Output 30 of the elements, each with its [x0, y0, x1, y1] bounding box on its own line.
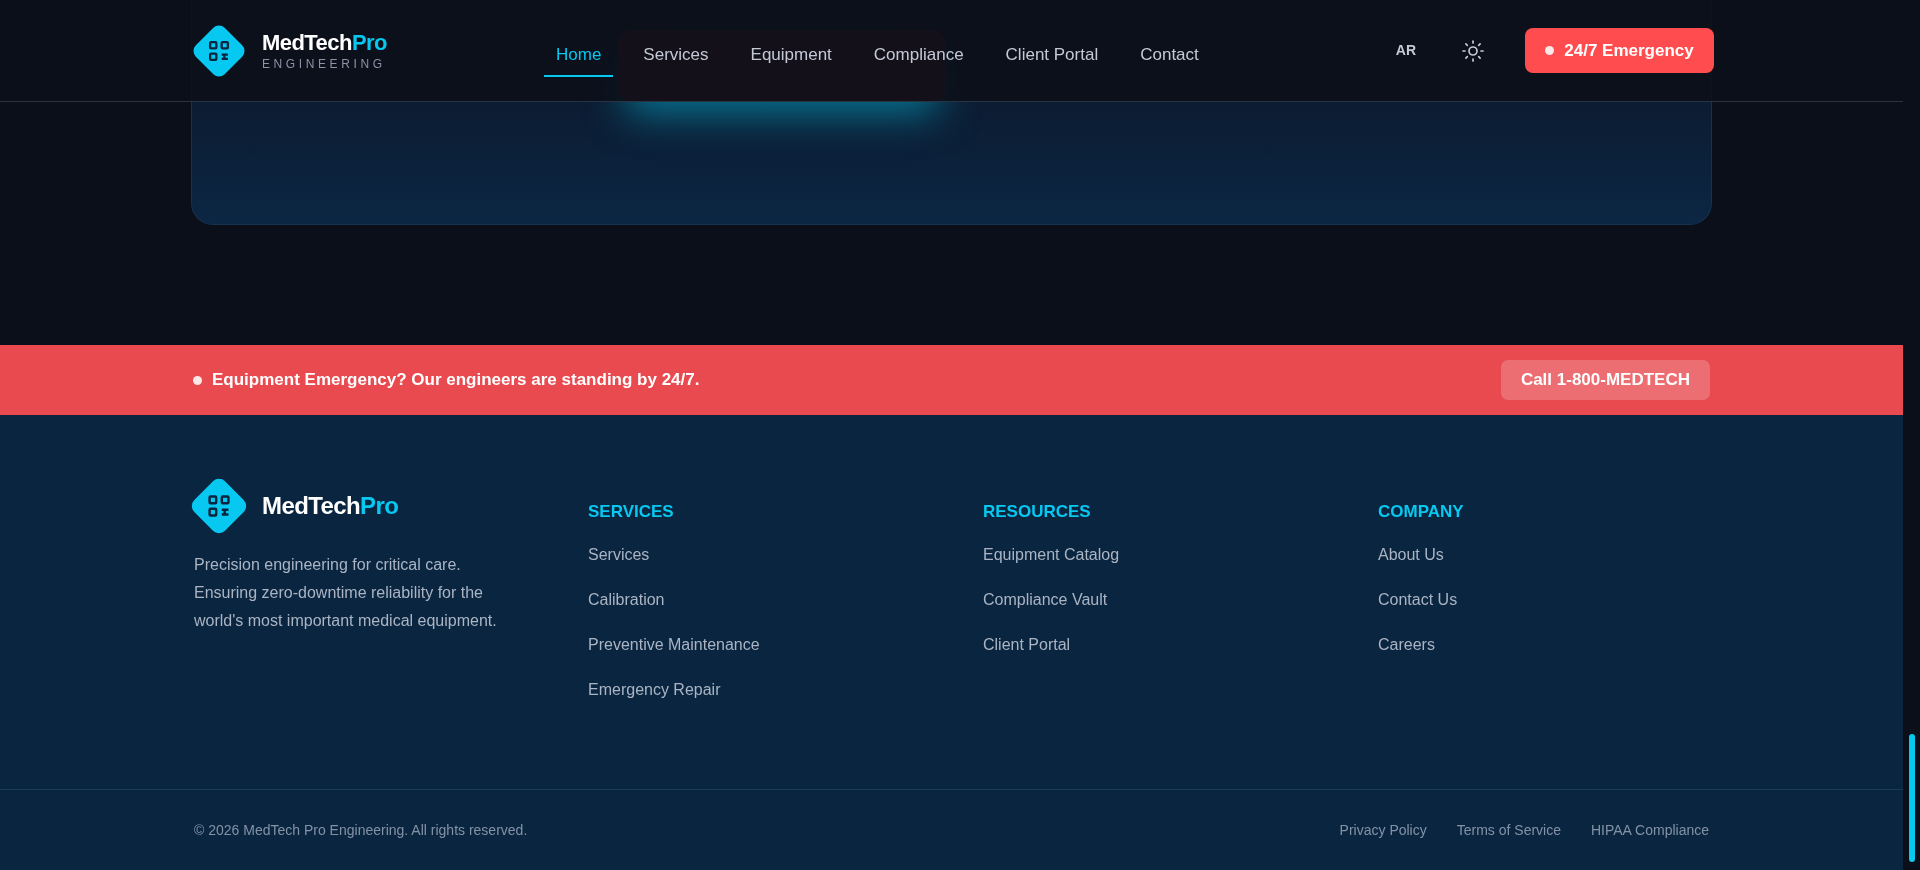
footer-description: Precision engineering for critical care. Ensuring zero-downtime reliability for the world's most important medical equipment. [194, 555, 498, 631]
copyright-text: © 2026 MedTech Pro Engineering. All rights reserved. [194, 820, 528, 840]
nav-link[interactable]: Contact [1128, 33, 1211, 78]
nav-link[interactable]: Client Portal [993, 33, 1111, 78]
footer-link[interactable]: Careers [1378, 632, 1435, 678]
footer-link[interactable]: Contact Us [1378, 587, 1458, 633]
logo-tagline: ENGINEERING [262, 57, 387, 70]
footer-heading: SERVICES [588, 501, 675, 523]
footer-link[interactable]: Client Portal [983, 632, 1071, 678]
legal-link[interactable]: HIPAA Compliance [1591, 819, 1709, 841]
brand-wordmark: MedTechPro [262, 31, 387, 54]
nav-link[interactable]: Services [631, 33, 721, 78]
theme-toggle-icon[interactable] [1461, 38, 1485, 63]
footer-link[interactable]: Services [588, 542, 650, 588]
nav-link[interactable]: Equipment [738, 33, 844, 78]
nav-link[interactable]: Compliance [861, 33, 976, 78]
footer-heading: COMPANY [1378, 501, 1465, 523]
legal-link[interactable]: Terms of Service [1456, 819, 1561, 841]
brand-wordmark: MedTechPro [262, 494, 399, 518]
footer-link[interactable]: Compliance Vault [983, 587, 1108, 633]
footer-link[interactable]: Calibration [588, 587, 665, 633]
language-button[interactable]: AR [1395, 40, 1416, 61]
footer-link[interactable]: Emergency Repair [588, 677, 721, 723]
nav-link[interactable]: Home [544, 33, 614, 78]
banner-message: Equipment Emergency? Our engineers are standing by 24/7. [212, 369, 700, 392]
footer-heading: RESOURCES [983, 501, 1092, 523]
footer-link[interactable]: Preventive Maintenance [588, 632, 760, 678]
footer-link[interactable]: About Us [1378, 542, 1444, 588]
legal-link[interactable]: Privacy Policy [1339, 819, 1427, 841]
footer-link[interactable]: Equipment Catalog [983, 542, 1120, 588]
